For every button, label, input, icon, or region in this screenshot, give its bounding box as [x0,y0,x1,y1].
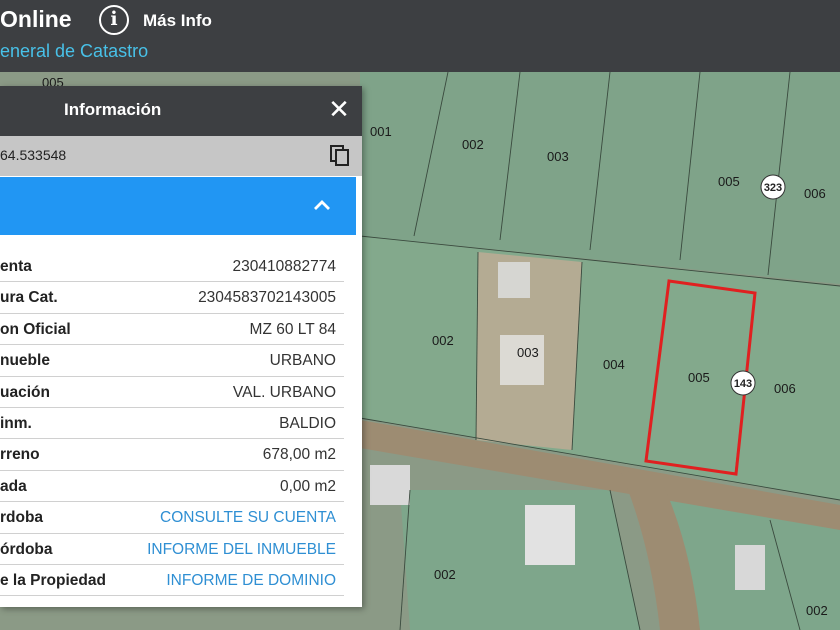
row-key: nueble [0,352,50,370]
lot-label: 004 [603,357,625,372]
lot-label: 003 [547,149,569,164]
row-value: 2304583702143005 [198,289,336,307]
coordinates-text: 64.533548 [0,147,67,163]
row-key: rreno [0,446,40,464]
copy-icon[interactable] [330,145,350,167]
row-key: uación [0,383,50,401]
svg-text:323: 323 [764,182,782,194]
lot-label: 006 [774,381,796,396]
building [498,262,530,298]
app-title: Online [0,6,72,32]
more-info-link[interactable]: Más Info [143,11,212,31]
lot-label: 005 [688,370,710,385]
info-row: e la Propiedad INFORME DE DOMINIO [0,565,344,597]
panel-header: Información ✕ [0,86,362,136]
row-key: on Oficial [0,320,71,338]
row-key: ura Cat. [0,289,58,307]
lot-number-badge[interactable]: 323 [760,174,786,200]
row-value: 230410882774 [232,258,336,275]
building [525,505,575,565]
building [370,465,410,505]
lot-number-badge[interactable]: 143 [730,370,756,396]
info-row: rreno 678,00 m2 [0,439,344,471]
info-row: ura Cat. 2304583702143005 [0,282,344,314]
svg-text:143: 143 [734,378,752,390]
building [735,545,765,590]
accordion-header[interactable] [0,177,356,235]
lot-label: 002 [434,567,456,582]
lot-label: 006 [804,186,826,201]
lot-label: 002 [806,603,828,618]
row-value: URBANO [269,352,336,370]
info-icon[interactable]: i [99,5,129,35]
parcel-block-south [400,490,640,630]
consulte-cuenta-link[interactable]: CONSULTE SU CUENTA [160,509,336,527]
row-key: rdoba [0,509,44,527]
app-header: Online eneral de Catastro i Más Info [0,0,840,72]
close-icon[interactable]: ✕ [328,96,350,122]
building [500,335,544,385]
info-table: enta 230410882774 ura Cat. 230458370214300… [0,251,344,597]
row-value: 0,00 m2 [279,477,336,495]
info-row: rdoba CONSULTE SU CUENTA [0,502,344,534]
row-key: e la Propiedad [0,571,106,589]
info-row: on Oficial MZ 60 LT 84 [0,314,344,346]
row-value: MZ 60 LT 84 [249,320,336,338]
chevron-up-icon[interactable] [312,195,332,215]
panel-title: Información [64,100,162,119]
row-key: inm. [0,414,32,432]
row-key: órdoba [0,540,53,558]
info-panel: Información ✕ 64.533548 enta 230410882774… [0,86,362,607]
lot-label: 001 [370,124,392,139]
row-key: enta [0,258,32,275]
info-row: nueble URBANO [0,345,344,377]
row-value: VAL. URBANO [232,383,336,401]
row-key: ada [0,477,27,495]
info-row: órdoba INFORME DEL INMUEBLE [0,534,344,565]
row-value: 678,00 m2 [262,446,336,464]
lot-label: 005 [718,174,740,189]
lot-label: 002 [462,137,484,152]
info-row: uación VAL. URBANO [0,377,344,408]
lot-label: 003 [517,345,539,360]
informe-inmueble-link[interactable]: INFORME DEL INMUEBLE [147,541,336,559]
row-value: BALDIO [279,414,336,432]
info-row: inm. BALDIO [0,408,344,440]
coordinates-bar: 64.533548 [0,136,362,176]
app-subtitle: eneral de Catastro [0,41,149,61]
informe-dominio-link[interactable]: INFORME DE DOMINIO [166,572,336,590]
lot-label: 002 [432,333,454,348]
info-row: enta 230410882774 [0,251,344,283]
info-row: ada 0,00 m2 [0,471,344,503]
